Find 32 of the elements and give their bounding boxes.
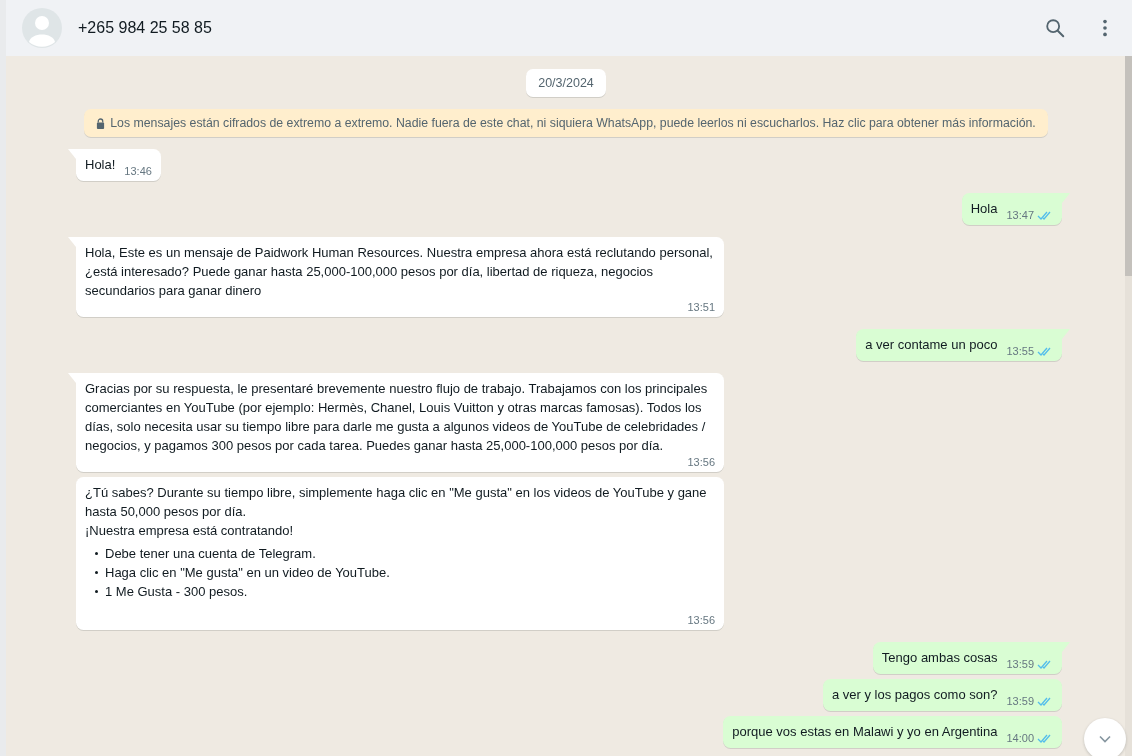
- notice-text: Los mensajes están cifrados de extremo a extremo. Nadie fuera de este chat, ni siquiera WhatsApp, puede leerlos ni escucharlos. Haz clic para obtener más información.: [110, 116, 1036, 130]
- message-time: 14:00: [1006, 731, 1034, 746]
- message-text: a ver y los pagos como son?: [832, 686, 998, 704]
- encryption-notice[interactable]: Los mensajes están cifrados de extremo a extremo. Nadie fuera de este chat, ni siquiera WhatsApp, puede leerlos ni escucharlos. Haz clic para obtener más información.: [84, 109, 1048, 137]
- message-text: ¿Tú sabes? Durante su tiempo libre, simplemente haga clic en "Me gusta" en los videos de YouTube y gane hasta 50,000 pesos por día.: [85, 484, 708, 521]
- message-time: 13:59: [1006, 694, 1034, 709]
- scrollbar[interactable]: [1125, 56, 1132, 756]
- message-bubble[interactable]: porque vos estas en Malawi y yo en Argentina 14:00: [723, 716, 1062, 748]
- message-text: Tengo ambas cosas: [881, 649, 998, 667]
- message-time: 13:47: [1006, 208, 1034, 223]
- message-text: a ver contame un poco: [865, 336, 998, 354]
- message-time: 13:51: [687, 300, 715, 315]
- message-time: 13:55: [1006, 344, 1034, 359]
- message-time: 13:56: [687, 455, 715, 470]
- date-chip: 20/3/2024: [526, 69, 606, 97]
- message-time: 13:46: [124, 164, 152, 179]
- bullet-item: Haga clic en "Me gusta" en un video de YouTube.: [95, 563, 715, 582]
- contact-name[interactable]: +265 984 25 58 85: [78, 19, 212, 37]
- message-text: Hola, Este es un mensaje de Paidwork Human Resources. Nuestra empresa ahora está reclutando personal, ¿está interesado? Puede ganar hasta 25,000-100,000 pesos por día, libertad de riqueza, negocios secundarios para ganar dinero: [85, 244, 714, 300]
- scrollbar-thumb[interactable]: [1125, 56, 1132, 276]
- message-time: 13:56: [687, 613, 715, 628]
- message-text: Hola!: [85, 156, 116, 174]
- message-text: porque vos estas en Malawi y yo en Argentina: [732, 723, 998, 741]
- message-text: ¡Nuestra empresa está contratando!: [85, 522, 295, 540]
- message-text: Gracias por su respuesta, le presentaré brevemente nuestro flujo de trabajo. Trabajamos con los principales comerciantes en YouTube (por ejemplo: Hermès, Chanel, Louis Vuitton y otras marcas famosas). Todos los días, solo necesita usar su tiempo libre para darle me gusta a algunos videos de YouTube de celebridades / negocios, y pagamos 300 pesos por cada tarea. Puedes ganar hasta 25,000-100,000 pesos por día.: [85, 380, 709, 455]
- message-bubble[interactable]: [76, 477, 724, 630]
- bullet-item: 1 Me Gusta - 300 pesos.: [95, 582, 715, 601]
- message-time: 13:59: [1006, 657, 1034, 672]
- bullet-item: Debe tener una cuenta de Telegram.: [95, 544, 715, 563]
- lock-icon: [96, 117, 106, 129]
- message-text: Hola: [970, 200, 998, 218]
- message-bubble[interactable]: a ver y los pagos como son? 13:59: [823, 679, 1062, 711]
